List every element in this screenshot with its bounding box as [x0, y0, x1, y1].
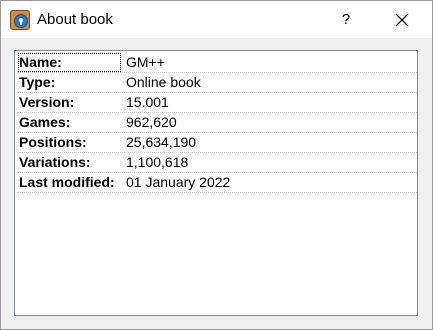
property-key: Type: [19, 74, 56, 90]
property-key: Version: [19, 94, 75, 110]
book-properties-list[interactable]: Name: GM++ Type: Online book Version: 15… [14, 50, 418, 316]
property-value: 25,634,190 [126, 134, 197, 150]
close-button[interactable] [379, 1, 425, 38]
property-row[interactable]: Last modified: 01 January 2022 [17, 173, 417, 193]
book-icon [10, 10, 30, 30]
property-row[interactable]: Games: 962,620 [17, 113, 417, 133]
property-row[interactable]: Variations: 1,100,618 [17, 153, 417, 173]
property-row[interactable]: Type: Online book [17, 73, 417, 93]
property-row[interactable]: Version: 15.001 [17, 93, 417, 113]
property-key: Games: [19, 114, 71, 130]
property-row[interactable]: Name: GM++ [17, 53, 417, 73]
close-icon [395, 13, 409, 26]
help-button[interactable]: ? [323, 1, 369, 38]
property-value: 15.001 [126, 94, 169, 110]
property-value: 01 January 2022 [126, 174, 231, 190]
property-key: Last modified: [19, 174, 115, 190]
property-value: Online book [126, 74, 201, 90]
property-key: Name: [18, 53, 121, 72]
dialog-body: Name: GM++ Type: Online book Version: 15… [1, 38, 432, 329]
property-key: Positions: [19, 134, 87, 150]
window-title: About book [37, 11, 113, 28]
about-book-dialog: About book ? Name: GM++ Type: Online boo… [0, 0, 433, 330]
property-value: 1,100,618 [126, 154, 189, 170]
property-row[interactable]: Positions: 25,634,190 [17, 133, 417, 153]
property-value: 962,620 [126, 114, 177, 130]
property-key: Variations: [19, 154, 91, 170]
property-value: GM++ [126, 54, 165, 70]
title-bar[interactable]: About book ? [1, 1, 432, 38]
